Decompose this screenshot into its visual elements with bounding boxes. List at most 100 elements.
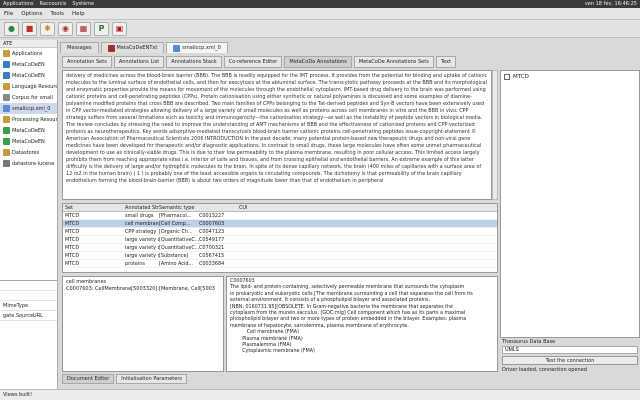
system-menu[interactable]: Système [72, 1, 94, 7]
table-row[interactable]: MTCD large variety of small[QuantitativeC… [63, 244, 497, 252]
tree-item-label: Applications [12, 50, 43, 57]
tab-annotation-sets[interactable]: Annotation Sets [62, 56, 112, 68]
connection-status: Driver loaded, connection opened [502, 367, 587, 373]
folder-icon [3, 149, 10, 156]
prop-row [0, 281, 57, 291]
places-menu[interactable]: Raccourcis [40, 1, 67, 7]
app-icon [3, 61, 10, 68]
table-row[interactable]: MTCD CPP strategy [Organic Ch... C0047123 [63, 228, 497, 236]
annotation-set-panel: MTCD [500, 70, 640, 338]
cell-code: C0700321 [199, 244, 225, 251]
new-app-button[interactable]: ▦ [76, 21, 91, 36]
thesaurus-input[interactable] [502, 346, 638, 354]
col-cui[interactable]: CUI [239, 205, 497, 211]
mtcd-checkbox-row[interactable]: MTCD [501, 71, 639, 83]
cell-annotated-string: small drugs [125, 212, 154, 219]
tree-item-label: MetaCoDeEN [12, 127, 45, 134]
menu-tools[interactable]: Tools [50, 11, 64, 17]
tree-item-label: Datastores [12, 149, 40, 156]
table-row[interactable]: MTCD small drugs [Pharmacol... C0013227 [63, 212, 497, 220]
tree-item[interactable]: Applications [0, 48, 57, 59]
load-app-icon: ● [8, 24, 15, 33]
tree-item[interactable]: MetaCoDeEN [0, 136, 57, 147]
load-app-button[interactable]: ● [4, 21, 19, 36]
cell-code: C0047123 [199, 228, 225, 235]
menu-help[interactable]: Help [72, 11, 85, 17]
checkbox-label: MTCD [513, 74, 529, 80]
doc-icon [173, 44, 181, 52]
tab-smallccp[interactable]: smallccp.xml_0 [166, 42, 228, 53]
tree-item[interactable]: Processing Resources [0, 114, 57, 125]
menu-options[interactable]: Options [21, 11, 42, 17]
text-scrollbar[interactable] [492, 70, 498, 200]
new-pr-icon: ✱ [44, 24, 51, 33]
new-pr-button[interactable]: ✱ [40, 21, 55, 36]
tree-item[interactable]: Language Resources [0, 81, 57, 92]
resource-tree: ATE Applications MetaCoDeEN MetaCoDeEN Lang… [0, 40, 58, 280]
tab-metacode-annotations[interactable]: MetaCoDe Annotations [284, 56, 352, 68]
cell-set: MTCD [65, 244, 80, 251]
new-lr-icon: ■ [25, 24, 34, 33]
tree-item[interactable]: MetaCoDeEN [0, 125, 57, 136]
tree-item[interactable]: datastore-lucene [0, 158, 57, 169]
tab-annotations-stack[interactable]: Annotations Stack [166, 56, 222, 68]
col-annotated-string[interactable]: Annotated String [125, 205, 159, 211]
tab-label: smallccp.xml_0 [182, 45, 221, 51]
document-text[interactable]: delivery of medicines across the blood-b… [62, 70, 492, 200]
tab-metacode-annotation-sets[interactable]: MetaCoDe Annotations Sets [353, 56, 434, 68]
clock[interactable]: ven 18 fév, 16:46:25 [585, 1, 637, 7]
app-icon [3, 72, 10, 79]
new-ds-icon: ◉ [62, 24, 69, 33]
tree-item[interactable]: MetaCoDeEN [0, 70, 57, 81]
table-row[interactable]: MTCD large variety of small[QuantitativeC… [63, 236, 497, 244]
cell-set: MTCD [65, 252, 80, 259]
tab-annotations-list[interactable]: Annotations List [113, 56, 165, 68]
gear-icon [3, 127, 10, 134]
tree-item-label: datastore-lucene [12, 160, 55, 167]
cell-semantic-type: [Substance] [159, 252, 189, 259]
status-bar: Views built! [0, 389, 640, 400]
col-set[interactable]: Set [63, 205, 125, 211]
cell-semantic-type: [Pharmacol... [159, 212, 192, 219]
cell-semantic-type: [Amino Acid... [159, 260, 194, 267]
menu-file[interactable]: File [4, 11, 13, 17]
tab-text[interactable]: Text [435, 56, 456, 68]
annotation-table: Set Annotated String Semantic type CUI M… [62, 203, 498, 273]
test-connection-button[interactable]: Test the connection [502, 356, 638, 365]
cell-annotated-string: cell membranes [125, 220, 159, 227]
tree-item[interactable]: smallccp.xml_0 [0, 103, 57, 114]
options-button[interactable]: ▣ [112, 21, 127, 36]
table-header: Set Annotated String Semantic type CUI [63, 204, 497, 212]
tree-item[interactable]: Datastores [0, 147, 57, 158]
prop-row [0, 291, 57, 301]
tree-item-label: Corpus for small [12, 94, 53, 101]
cell-code: C0007603 [199, 220, 225, 227]
folder-icon [3, 50, 10, 57]
tab-metacode[interactable]: MetaCoDeENTxt [100, 42, 165, 53]
table-row[interactable]: MTCD cell membranes[Cell Comp... C0007603 [63, 220, 497, 228]
table-row[interactable]: MTCD large variety of small[Substance] C05… [63, 252, 497, 260]
col-semantic-type[interactable]: Semantic type [159, 205, 199, 211]
tab-document-editor[interactable]: Document Editor [62, 374, 115, 384]
tree-item[interactable]: Corpus for small [0, 92, 57, 103]
cell-semantic-type: [QuantitativeC... [159, 236, 199, 243]
tab-messages[interactable]: Messages [60, 42, 99, 53]
tree-item-label: MetaCoDeEN [12, 61, 45, 68]
cell-set: MTCD [65, 220, 80, 227]
cell-set: MTCD [65, 260, 80, 267]
applications-menu[interactable]: Applications [3, 1, 34, 7]
bottom-tabs: Document Editor Initialisation Parameter… [62, 374, 187, 385]
cell-set: MTCD [65, 236, 80, 243]
plugin-button[interactable]: P [94, 21, 109, 36]
tree-item[interactable]: MetaCoDeEN [0, 59, 57, 70]
tab-init-params[interactable]: Initialisation Parameters [116, 374, 187, 384]
info-concept: C0007603: CellMembrane[5003320]:[Membran… [66, 286, 215, 292]
new-ds-button[interactable]: ◉ [58, 21, 73, 36]
checkbox[interactable] [504, 74, 510, 80]
tab-coreference-editor[interactable]: Co-reference Editor [223, 56, 283, 68]
prop-row: MimeType [0, 301, 57, 311]
info-string: cell membranes [66, 279, 107, 285]
table-row[interactable]: MTCD proteins [Amino Acid... C0033684 [63, 260, 497, 268]
new-lr-button[interactable]: ■ [22, 21, 37, 36]
cell-set: MTCD [65, 212, 80, 219]
